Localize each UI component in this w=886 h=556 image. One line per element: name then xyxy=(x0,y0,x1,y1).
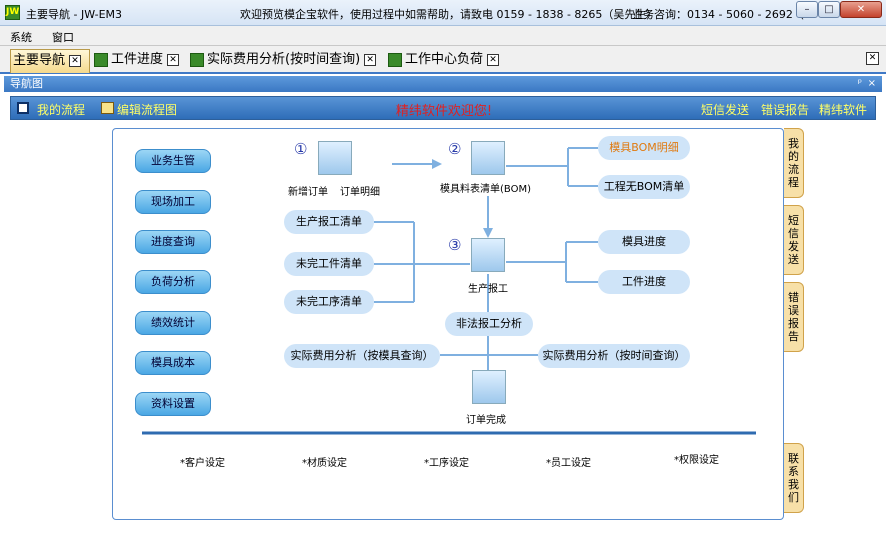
close-icon[interactable]: ✕ xyxy=(167,54,180,66)
close-icon[interactable]: ✕ xyxy=(487,54,500,66)
bom-icon[interactable] xyxy=(471,141,505,175)
hotline-text: 业务咨询：0134 - 5060 - 2692（ xyxy=(632,8,804,21)
customer-setting-link[interactable]: *客户设定 xyxy=(180,454,225,469)
nav-mold-cost[interactable]: 模具成本 xyxy=(135,351,211,375)
no-bom-node[interactable]: 工程无BOM清单 xyxy=(598,175,690,199)
panel-header: 导航图 ᵖ × xyxy=(4,76,882,92)
mold-progress-node[interactable]: 模具进度 xyxy=(598,230,690,254)
nav-business[interactable]: 业务生管 xyxy=(135,149,211,173)
nav-load[interactable]: 负荷分析 xyxy=(135,270,211,294)
unfinished-parts-node[interactable]: 未完工件清单 xyxy=(284,252,374,276)
side-tab-sms[interactable]: 短信发送 xyxy=(784,205,804,275)
close-icon[interactable]: ✕ xyxy=(364,54,377,66)
illegal-report-node[interactable]: 非法报工分析 xyxy=(445,312,533,336)
app-logo-icon: JW xyxy=(5,5,20,20)
module-icon xyxy=(388,53,402,67)
close-all-icon[interactable]: ✕ xyxy=(866,52,879,65)
order-detail-link[interactable]: 订单明细 xyxy=(340,183,380,198)
step-number: ① xyxy=(294,140,308,158)
maximize-button[interactable]: □ xyxy=(818,1,840,18)
pin-icon[interactable]: ᵖ xyxy=(858,76,862,92)
nav-settings[interactable]: 资料设置 xyxy=(135,392,211,416)
cost-by-mold-node[interactable]: 实际费用分析（按模具查询） xyxy=(284,344,440,368)
side-tab-my-flow[interactable]: 我的流程 xyxy=(784,128,804,198)
permission-setting-link[interactable]: *权限设定 xyxy=(674,451,719,466)
order-user-icon[interactable] xyxy=(318,141,352,175)
tab-cost-analysis[interactable]: 实际费用分析(按时间查询) ✕ xyxy=(188,49,377,73)
panel-title: 导航图 xyxy=(10,77,43,90)
title-bar: JW 主要导航 - JW-EM3 欢迎预览模企宝软件，使用过程中如需帮助，请致电… xyxy=(0,0,886,26)
tab-label: 工作中心负荷 xyxy=(405,52,484,67)
tab-label: 主要导航 xyxy=(13,53,66,68)
close-icon[interactable]: ✕ xyxy=(69,55,82,67)
tab-bar: 主要导航 ✕ 工件进度 ✕ 实际费用分析(按时间查询) ✕ 工作中心负荷 ✕ xyxy=(0,46,886,74)
brand-link[interactable]: 精纬软件 xyxy=(819,101,867,118)
nav-performance[interactable]: 绩效统计 xyxy=(135,311,211,335)
tab-label: 工件进度 xyxy=(111,52,164,67)
tab-main-nav[interactable]: 主要导航 ✕ xyxy=(10,49,90,73)
employee-setting-link[interactable]: *员工设定 xyxy=(546,454,591,469)
menu-window[interactable]: 窗口 xyxy=(52,29,74,45)
tab-part-progress[interactable]: 工件进度 ✕ xyxy=(92,49,180,73)
window-title: 主要导航 - JW-EM3 xyxy=(26,8,123,21)
flow-toolbar: 我的流程 编辑流程图 精纬软件欢迎您! 短信发送 错误报告 精纬软件 xyxy=(10,96,876,120)
menu-bar: 系统 窗口 xyxy=(0,26,886,46)
bom-link[interactable]: 模具料表清单(BOM) xyxy=(440,180,531,195)
lock-icon[interactable] xyxy=(472,370,506,404)
prod-report-list-node[interactable]: 生产报工清单 xyxy=(284,210,374,234)
new-order-link[interactable]: 新增订单 xyxy=(288,183,328,198)
material-setting-link[interactable]: *材质设定 xyxy=(302,454,347,469)
close-button[interactable]: ✕ xyxy=(840,1,882,18)
prod-report-link[interactable]: 生产报工 xyxy=(468,280,508,295)
menu-system[interactable]: 系统 xyxy=(10,29,32,45)
panel-close-icon[interactable]: × xyxy=(868,76,876,92)
cost-by-time-node[interactable]: 实际费用分析（按时间查询） xyxy=(538,344,690,368)
step-number: ② xyxy=(448,140,462,158)
error-report-link[interactable]: 错误报告 xyxy=(761,101,809,118)
nav-onsite[interactable]: 现场加工 xyxy=(135,190,211,214)
scanner-icon[interactable] xyxy=(471,238,505,272)
welcome-text: 欢迎预览模企宝软件，使用过程中如需帮助，请致电 0159 - 1838 - 82… xyxy=(240,8,658,21)
module-icon xyxy=(190,53,204,67)
minimize-button[interactable]: – xyxy=(796,1,818,18)
nav-progress[interactable]: 进度查询 xyxy=(135,230,211,254)
tab-workcenter-load[interactable]: 工作中心负荷 ✕ xyxy=(386,49,500,73)
bom-detail-node[interactable]: 模具BOM明细 xyxy=(598,136,690,160)
module-icon xyxy=(94,53,108,67)
order-done-link[interactable]: 订单完成 xyxy=(466,411,506,426)
side-tab-contact[interactable]: 联系我们 xyxy=(784,443,804,513)
part-progress-node[interactable]: 工件进度 xyxy=(598,270,690,294)
sms-link[interactable]: 短信发送 xyxy=(701,101,749,118)
tab-label: 实际费用分析(按时间查询) xyxy=(207,52,361,67)
side-tab-error[interactable]: 错误报告 xyxy=(784,282,804,352)
unfinished-proc-node[interactable]: 未完工序清单 xyxy=(284,290,374,314)
step-number: ③ xyxy=(448,236,462,254)
process-setting-link[interactable]: *工序设定 xyxy=(424,454,469,469)
